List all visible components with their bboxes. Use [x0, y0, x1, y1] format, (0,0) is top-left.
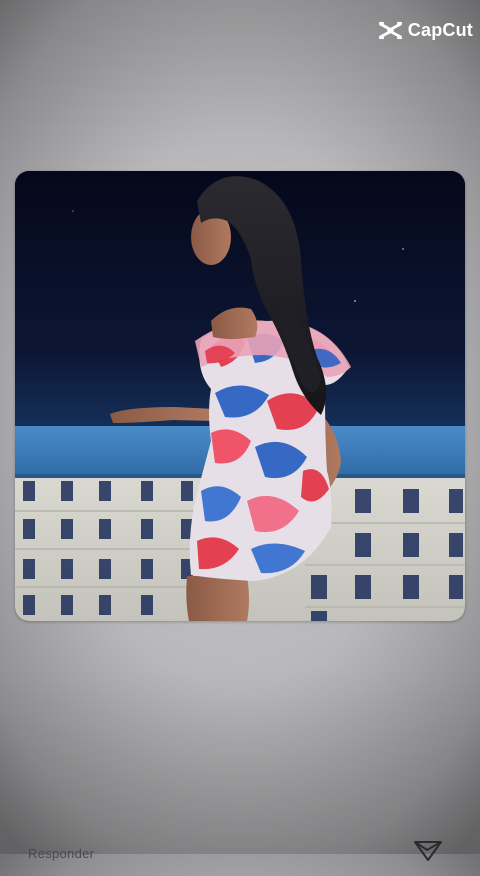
capcut-watermark: CapCut — [378, 20, 473, 41]
capcut-brand-text: CapCut — [407, 20, 473, 40]
reply-bar: Responder — [0, 836, 480, 876]
video-scene — [15, 171, 465, 621]
video-frame[interactable] — [15, 171, 465, 621]
capcut-logo-icon — [378, 21, 402, 40]
paper-plane-icon[interactable] — [414, 840, 442, 862]
